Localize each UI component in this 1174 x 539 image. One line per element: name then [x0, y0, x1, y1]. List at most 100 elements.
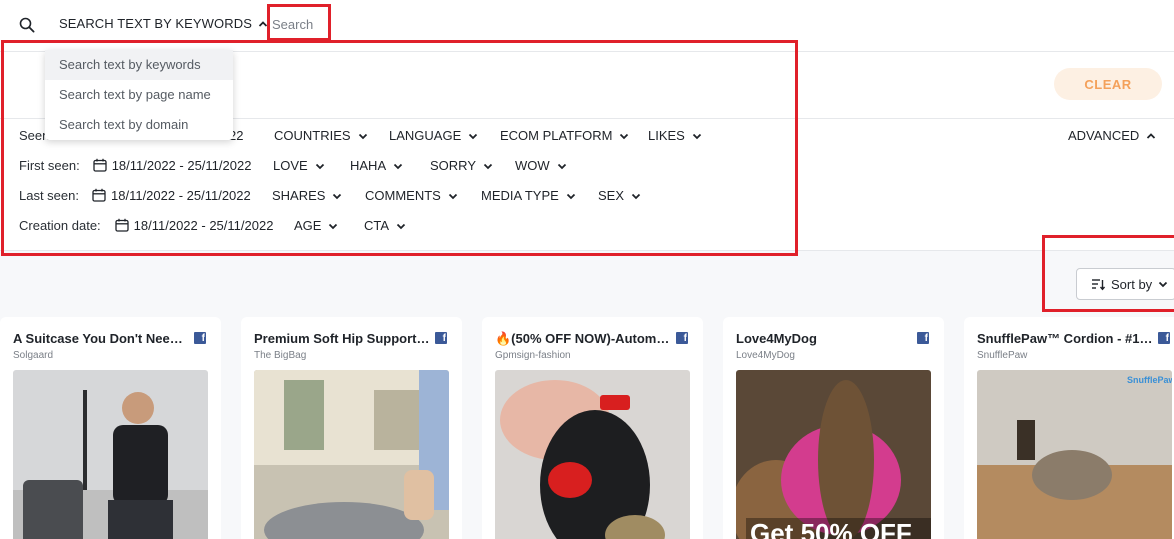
chevron-up-icon	[1147, 132, 1156, 139]
cta-dropdown[interactable]: CTA	[364, 218, 406, 233]
clear-button[interactable]: CLEAR	[1054, 68, 1162, 100]
search-mode-menu: Search text by keywords Search text by p…	[45, 50, 233, 140]
dropdown-label: WOW	[515, 158, 550, 173]
chevron-down-icon	[566, 193, 575, 199]
ad-page-name: Solgaard	[13, 350, 54, 361]
dropdown-label: HAHA	[350, 158, 387, 173]
ad-image[interactable]: Get 50% OFF	[736, 370, 931, 539]
creation-date-label: Creation date:	[19, 217, 101, 233]
creation-date-picker[interactable]: 18/11/2022 - 25/11/2022	[115, 218, 273, 233]
menu-item-keywords[interactable]: Search text by keywords	[45, 50, 233, 80]
menu-item-domain[interactable]: Search text by domain	[45, 110, 233, 140]
ad-image[interactable]	[254, 370, 449, 539]
ad-title: Premium Soft Hip Support Cushion	[254, 331, 430, 346]
chevron-down-icon	[483, 163, 493, 169]
dropdown-label: COUNTRIES	[274, 128, 351, 143]
dropdown-label: SHARES	[272, 188, 326, 203]
chevron-up-icon	[258, 20, 268, 27]
media-type-dropdown[interactable]: MEDIA TYPE	[481, 188, 576, 203]
ad-card[interactable]: Premium Soft Hip Support Cushion f The B…	[241, 317, 462, 539]
love-dropdown[interactable]: LOVE	[273, 158, 325, 173]
sort-by-label: Sort by	[1111, 276, 1153, 292]
dropdown-label: SORRY	[430, 158, 476, 173]
ad-title: 🔥(50% OFF NOW)-Automatic Can Opener	[495, 331, 671, 346]
chevron-down-icon	[620, 133, 629, 139]
ad-card[interactable]: SnufflePaw™ Cordion - #1 Cat Toy f Snuff…	[964, 317, 1174, 539]
sort-by-button[interactable]: Sort by	[1076, 268, 1174, 300]
facebook-icon: f	[1158, 332, 1170, 344]
sex-dropdown[interactable]: SEX	[598, 188, 641, 203]
dropdown-label: SEX	[598, 188, 625, 203]
dropdown-label: AGE	[294, 218, 322, 233]
chevron-down-icon	[396, 223, 406, 229]
search-input[interactable]	[272, 13, 326, 35]
advanced-toggle[interactable]: ADVANCED	[1068, 128, 1156, 143]
chevron-down-icon	[692, 133, 701, 139]
calendar-icon	[115, 218, 129, 232]
calendar-icon	[93, 158, 107, 172]
first-seen-range: 18/11/2022 - 25/11/2022	[111, 157, 252, 173]
ad-title: A Suitcase You Don't Need To Lift	[13, 331, 189, 346]
ad-page-name: Love4MyDog	[736, 350, 795, 361]
ecom-platform-dropdown[interactable]: ECOM PLATFORM	[500, 128, 629, 143]
shares-dropdown[interactable]: SHARES	[272, 188, 342, 203]
chevron-down-icon	[557, 163, 566, 169]
ad-image[interactable]	[495, 370, 690, 539]
chevron-down-icon	[393, 163, 403, 169]
ad-card[interactable]: Love4MyDog f Love4MyDog Get 50% OFF	[723, 317, 944, 539]
first-seen-filter: First seen: 18/11/2022 - 25/11/2022	[19, 155, 251, 175]
first-seen-label: First seen:	[19, 157, 80, 173]
dropdown-label: CTA	[364, 218, 390, 233]
dropdown-label: MEDIA TYPE	[481, 188, 559, 203]
dropdown-label: LOVE	[273, 158, 308, 173]
language-dropdown[interactable]: LANGUAGE	[389, 128, 478, 143]
ad-title: Love4MyDog	[736, 331, 817, 346]
top-search-bar: SEARCH TEXT BY KEYWORDS	[0, 0, 1174, 52]
last-seen-label: Last seen:	[19, 187, 79, 203]
chevron-down-icon	[358, 133, 367, 139]
countries-dropdown[interactable]: COUNTRIES	[274, 128, 368, 143]
age-dropdown[interactable]: AGE	[294, 218, 338, 233]
dropdown-label: COMMENTS	[365, 188, 441, 203]
comments-dropdown[interactable]: COMMENTS	[365, 188, 458, 203]
ad-card[interactable]: A Suitcase You Don't Need To Lift f Solg…	[0, 317, 221, 539]
search-icon[interactable]	[19, 17, 35, 33]
dropdown-label: ECOM PLATFORM	[500, 128, 613, 143]
search-mode-label: SEARCH TEXT BY KEYWORDS	[59, 16, 253, 31]
wow-dropdown[interactable]: WOW	[515, 158, 567, 173]
likes-dropdown[interactable]: LIKES	[648, 128, 702, 143]
ad-image[interactable]	[13, 370, 208, 539]
menu-item-page-name[interactable]: Search text by page name	[45, 80, 233, 110]
sort-icon	[1092, 279, 1105, 291]
last-seen-filter: Last seen: 18/11/2022 - 25/11/2022	[19, 185, 251, 205]
chevron-down-icon	[469, 133, 478, 139]
dropdown-label: LANGUAGE	[389, 128, 462, 143]
dropdown-label: LIKES	[648, 128, 685, 143]
haha-dropdown[interactable]: HAHA	[350, 158, 403, 173]
ad-page-name: Gpmsign-fashion	[495, 350, 571, 361]
chevron-down-icon	[329, 223, 338, 229]
creation-date-filter: Creation date: 18/11/2022 - 25/11/2022	[19, 215, 273, 235]
first-seen-date-picker[interactable]: 18/11/2022 - 25/11/2022	[93, 157, 252, 173]
ad-page-name: SnufflePaw	[977, 350, 1028, 361]
facebook-icon: f	[676, 332, 688, 344]
ad-page-name: The BigBag	[254, 350, 307, 361]
ad-card[interactable]: 🔥(50% OFF NOW)-Automatic Can Opener f Gp…	[482, 317, 703, 539]
chevron-down-icon	[1159, 281, 1168, 288]
sorry-dropdown[interactable]: SORRY	[430, 158, 493, 173]
facebook-icon: f	[435, 332, 447, 344]
chevron-down-icon	[448, 193, 457, 199]
last-seen-range: 18/11/2022 - 25/11/2022	[111, 187, 251, 203]
last-seen-date-picker[interactable]: 18/11/2022 - 25/11/2022	[92, 188, 251, 203]
chevron-down-icon	[315, 163, 324, 169]
advanced-label: ADVANCED	[1068, 128, 1140, 143]
ad-overlay-text: SnufflePaw	[1127, 375, 1172, 385]
ad-title: SnufflePaw™ Cordion - #1 Cat Toy	[977, 331, 1153, 346]
calendar-icon	[92, 188, 106, 202]
chevron-down-icon	[631, 193, 641, 199]
facebook-icon: f	[917, 332, 929, 344]
ad-overlay-text: Get 50% OFF	[750, 518, 912, 539]
ad-image[interactable]: SnufflePaw	[977, 370, 1172, 539]
search-mode-toggle[interactable]: SEARCH TEXT BY KEYWORDS	[59, 16, 268, 31]
facebook-icon: f	[194, 332, 206, 344]
